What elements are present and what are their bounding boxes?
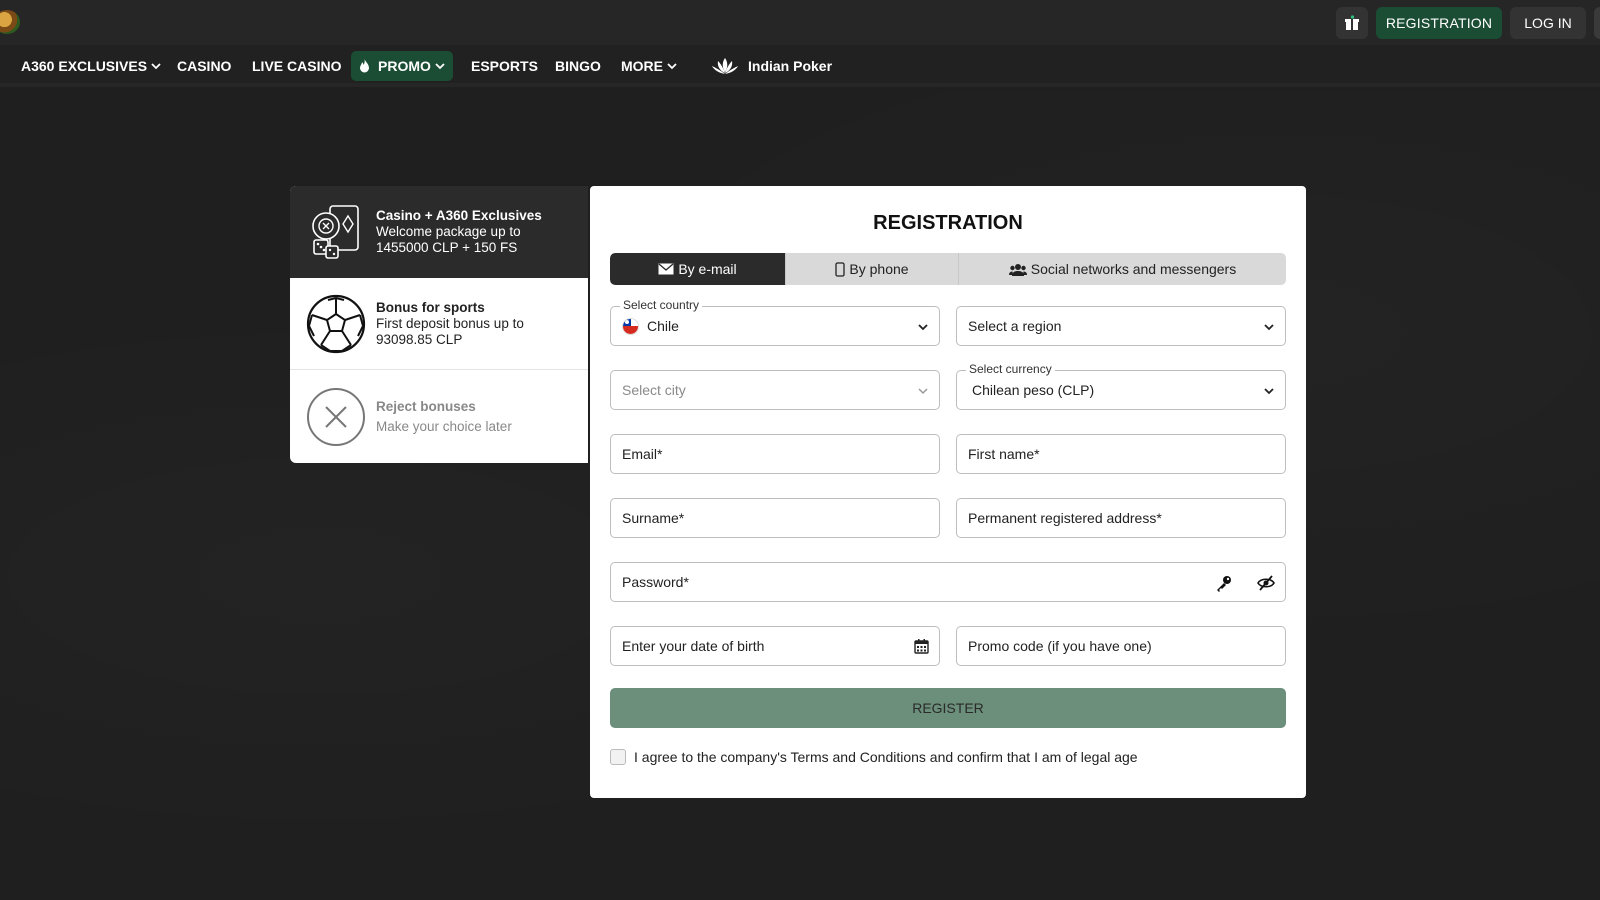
tab-by-email[interactable]: By e-mail (610, 253, 786, 285)
nav-item-label: CASINO (177, 58, 232, 74)
password-actions (1215, 574, 1275, 592)
password-field[interactable]: Password* (610, 562, 1286, 602)
chevron-down-icon (1264, 388, 1274, 395)
nav-item-esports[interactable]: ESPORTS (465, 51, 544, 81)
envelope-icon (658, 263, 674, 275)
chevron-down-icon (918, 388, 928, 395)
registration-title: REGISTRATION (873, 212, 1023, 234)
bonus-selector: Casino + A360 Exclusives Welcome package… (290, 186, 588, 463)
tab-by-phone[interactable]: By phone (786, 253, 959, 285)
promo-placeholder: Promo code (if you have one) (968, 638, 1152, 654)
nav-item-label: MORE (621, 58, 663, 74)
address-placeholder: Permanent registered address* (968, 510, 1162, 526)
bonus-title: Casino + A360 Exclusives (376, 208, 542, 223)
promo-code-field[interactable]: Promo code (if you have one) (956, 626, 1286, 666)
site-logo[interactable] (0, 10, 20, 34)
region-select[interactable]: Select a region (956, 306, 1286, 346)
nav-item-label: BINGO (555, 58, 601, 74)
country-label: Select country (620, 298, 703, 312)
currency-select[interactable]: Select currency Chilean peso (CLP) (956, 362, 1286, 410)
registration-tabs: By e-mail By phone Social networks and m… (610, 253, 1286, 285)
bonus-option-sports[interactable]: Bonus for sports First deposit bonus up … (290, 278, 588, 370)
registration-button[interactable]: REGISTRATION (1376, 7, 1502, 39)
nav-item-a360-exclusives[interactable]: A360 EXCLUSIVES (15, 51, 167, 81)
bonus-text: Bonus for sports First deposit bonus up … (376, 300, 524, 348)
currency-value: Chilean peso (CLP) (972, 382, 1095, 398)
address-field[interactable]: Permanent registered address* (956, 498, 1286, 538)
tab-social-networks[interactable]: Social networks and messengers (959, 253, 1286, 285)
nav-item-label: A360 EXCLUSIVES (21, 58, 148, 74)
nav-item-label: ESPORTS (471, 58, 538, 74)
first-name-field[interactable]: First name* (956, 434, 1286, 474)
casino-chips-icon (306, 202, 366, 262)
nav-item-promo[interactable]: PROMO (351, 51, 453, 81)
registration-form: REGISTRATION By e-mail By phone Social n… (590, 186, 1306, 798)
bonus-line: 1455000 CLP + 150 FS (376, 240, 518, 255)
chevron-down-icon (435, 63, 445, 70)
currency-label: Select currency (966, 362, 1055, 376)
password-placeholder: Password* (622, 574, 689, 590)
nav-item-label: Indian Poker (748, 58, 833, 74)
chevron-down-icon (918, 324, 928, 331)
fire-icon (360, 59, 369, 73)
city-placeholder: Select city (622, 382, 686, 398)
nav-item-casino[interactable]: CASINO (171, 51, 237, 81)
country-value-text: Chile (647, 318, 679, 334)
region-placeholder: Select a region (968, 318, 1062, 334)
gift-button[interactable] (1336, 7, 1368, 39)
lotus-icon (712, 58, 738, 74)
country-select[interactable]: Select country Chile (610, 298, 940, 346)
register-button[interactable]: REGISTER (610, 688, 1286, 728)
terms-agreement: I agree to the company's Terms and Condi… (610, 749, 1138, 765)
nav-item-bingo[interactable]: BINGO (549, 51, 607, 81)
users-icon (1008, 263, 1027, 276)
dob-placeholder: Enter your date of birth (622, 638, 765, 654)
key-icon[interactable] (1215, 574, 1233, 592)
surname-placeholder: Surname* (622, 510, 685, 526)
nav-item-live-casino[interactable]: LIVE CASINO (246, 51, 347, 81)
email-field[interactable]: Email* (610, 434, 940, 474)
calendar-icon[interactable] (914, 639, 929, 654)
top-bar: REGISTRATION LOG IN (0, 0, 1600, 45)
terms-checkbox[interactable] (610, 749, 626, 765)
bonus-option-reject[interactable]: Reject bonuses Make your choice later (290, 370, 588, 463)
chevron-down-icon (151, 63, 161, 70)
login-button[interactable]: LOG IN (1510, 7, 1586, 39)
nav-item-indian-poker[interactable]: Indian Poker (704, 51, 838, 81)
nav-item-label: LIVE CASINO (252, 58, 342, 74)
terms-text: I agree to the company's Terms and Condi… (634, 749, 1138, 765)
nav-item-more[interactable]: MORE (615, 51, 683, 81)
country-value: Chile (622, 317, 679, 335)
chile-flag-icon (622, 317, 639, 335)
first-name-placeholder: First name* (968, 446, 1040, 462)
tab-label: By phone (849, 261, 909, 277)
eye-slash-icon[interactable] (1257, 574, 1275, 592)
main-nav: A360 EXCLUSIVES CASINO LIVE CASINO PROMO… (0, 45, 1600, 87)
bonus-text: Casino + A360 Exclusives Welcome package… (376, 208, 542, 256)
city-select[interactable]: Select city (610, 370, 940, 410)
bonus-line: Make your choice later (376, 418, 512, 434)
surname-field[interactable]: Surname* (610, 498, 940, 538)
tab-label: By e-mail (678, 261, 737, 277)
tab-label: Social networks and messengers (1030, 261, 1237, 277)
bonus-option-casino[interactable]: Casino + A360 Exclusives Welcome package… (290, 186, 588, 278)
bonus-title: Bonus for sports (376, 299, 485, 315)
close-circle-icon (306, 387, 366, 447)
bonus-text: Reject bonuses Make your choice later (376, 399, 512, 435)
chevron-down-icon (1264, 324, 1274, 331)
nav-item-label: PROMO (378, 58, 431, 74)
bonus-line: 93098.85 CLP (376, 331, 463, 347)
email-placeholder: Email* (622, 446, 663, 462)
topbar-edge-button[interactable] (1594, 7, 1600, 39)
chevron-down-icon (667, 63, 677, 70)
bonus-line: First deposit bonus up to (376, 315, 524, 331)
date-of-birth-field[interactable]: Enter your date of birth (610, 626, 940, 666)
soccer-ball-icon (306, 294, 366, 354)
gift-icon (1345, 15, 1359, 30)
bonus-line: Welcome package up to (376, 224, 521, 239)
phone-icon (835, 261, 846, 277)
bonus-title: Reject bonuses (376, 398, 476, 414)
